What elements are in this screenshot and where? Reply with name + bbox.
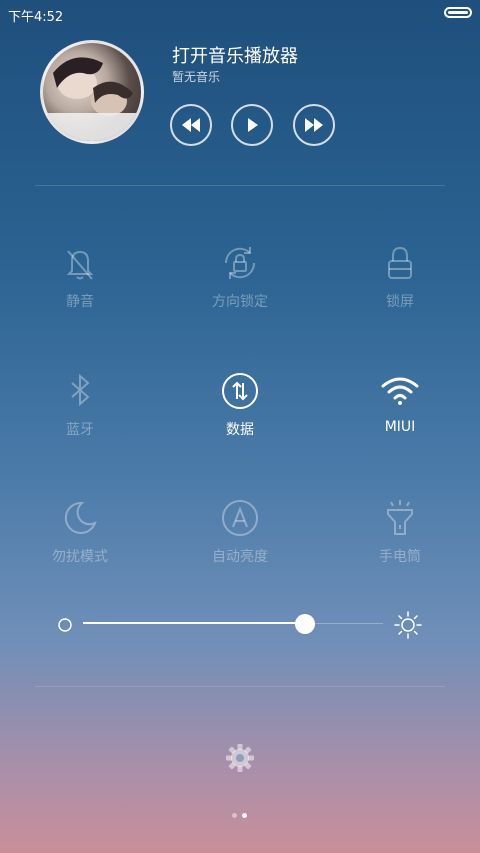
music-subtitle: 暂无音乐 [172, 70, 221, 84]
toggle-label: 数据 [226, 422, 254, 438]
toggle-lock-screen[interactable]: 锁屏 [320, 243, 480, 343]
settings-gear-icon[interactable] [224, 742, 256, 774]
toggle-do-not-disturb[interactable]: 勿扰模式 [0, 498, 160, 598]
toggle-label: MIUI [384, 419, 416, 435]
brightness-thumb[interactable] [295, 614, 315, 634]
play-icon [248, 118, 258, 132]
flashlight-icon [387, 500, 413, 535]
toggle-label: 方向锁定 [212, 294, 268, 310]
auto-brightness-icon [222, 500, 258, 536]
brightness-low-icon [58, 618, 72, 632]
toggle-flashlight[interactable]: 手电筒 [320, 498, 480, 598]
toggle-mute[interactable]: 静音 [0, 243, 160, 343]
bluetooth-icon [71, 373, 90, 407]
wifi-icon [381, 377, 419, 405]
next-icon [305, 118, 323, 132]
divider [35, 185, 445, 186]
toggle-label: 锁屏 [386, 294, 414, 310]
toggle-label: 勿扰模式 [52, 549, 108, 565]
page-dot [232, 813, 237, 818]
previous-button[interactable] [170, 104, 212, 146]
rotation-lock-icon [224, 247, 256, 279]
battery-icon [444, 7, 472, 18]
album-art-image [43, 57, 141, 141]
brightness-slider[interactable] [55, 610, 425, 640]
divider [35, 686, 445, 687]
music-widget: 打开音乐播放器 暂无音乐 [0, 30, 480, 160]
toggle-label: 静音 [66, 294, 94, 310]
brightness-track-fill [83, 622, 305, 624]
status-bar: 下午4:52 [0, 0, 480, 26]
toggle-mobile-data[interactable]: 数据 [160, 371, 320, 471]
previous-icon [182, 118, 200, 132]
toggle-rotation-lock[interactable]: 方向锁定 [160, 243, 320, 343]
next-button[interactable] [293, 104, 335, 146]
toggle-wifi[interactable]: MIUI [320, 371, 480, 471]
toggle-label: 手电筒 [379, 549, 421, 565]
toggle-label: 蓝牙 [66, 422, 94, 438]
page-dot-active [242, 813, 247, 818]
page-indicator [230, 812, 254, 820]
toggle-auto-brightness[interactable]: 自动亮度 [160, 498, 320, 598]
brightness-high-icon [394, 611, 422, 639]
play-button[interactable] [231, 104, 273, 146]
lock-icon [388, 246, 412, 279]
toggle-label: 自动亮度 [212, 549, 268, 565]
battery-fill [448, 11, 468, 14]
toggle-bluetooth[interactable]: 蓝牙 [0, 371, 160, 471]
moon-icon [64, 501, 97, 534]
bell-muted-icon [66, 250, 94, 280]
music-title: 打开音乐播放器 [172, 46, 298, 67]
album-art[interactable] [40, 40, 144, 144]
status-time: 下午4:52 [8, 10, 64, 25]
mobile-data-icon [222, 373, 258, 409]
